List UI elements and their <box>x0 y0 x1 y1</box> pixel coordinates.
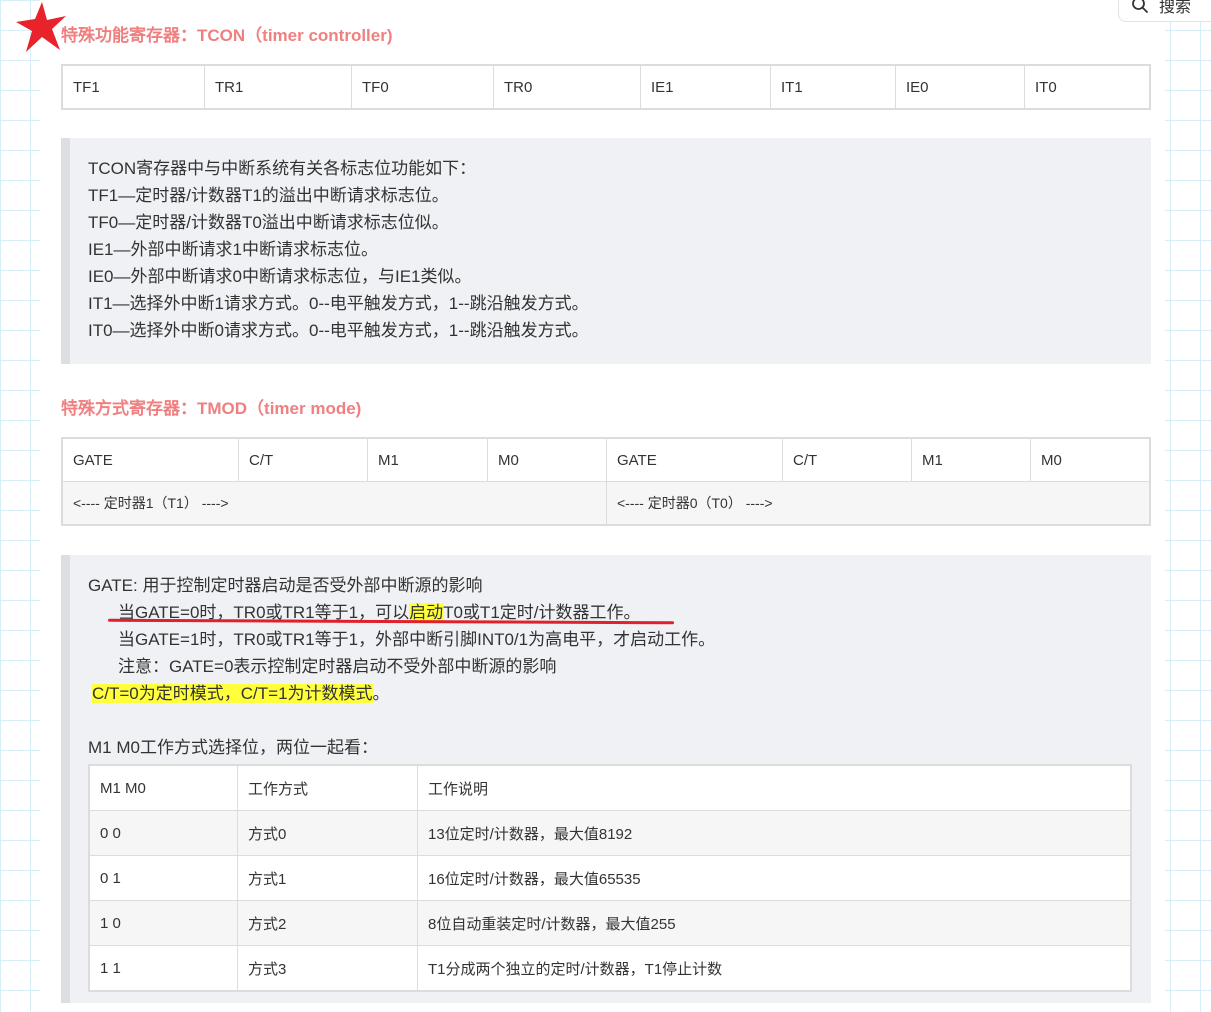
tcon-bit-tr1: TR1 <box>204 64 352 110</box>
tcon-bit-ie0: IE0 <box>895 64 1025 110</box>
mode-name-cell: 方式2 <box>237 900 418 946</box>
gate-title: GATE: 用于控制定时器启动是否受外部中断源的影响 <box>88 576 483 595</box>
mode-header-desc: 工作说明 <box>417 764 1132 811</box>
tcon-bit-it1: IT1 <box>770 64 896 110</box>
tcon-bit-tr0: TR0 <box>493 64 641 110</box>
tcon-note-ie0: IE0—外部中断请求0中断请求标志位，与IE1类似。 <box>88 267 472 286</box>
mode-desc-cell: T1分成两个独立的定时/计数器，T1停止计数 <box>417 945 1132 992</box>
tmod-bit-m1-t0: M1 <box>911 437 1031 482</box>
tcon-bit-tf1: TF1 <box>61 64 205 110</box>
tmod-register-table: GATE C/T M1 M0 GATE C/T M1 M0 <---- 定时器1… <box>61 437 1151 526</box>
mode-name-cell: 方式0 <box>237 810 418 856</box>
ct-highlight: C/T=0为定时模式，C/T=1为计数模式 <box>92 684 373 703</box>
gate-note-line: 注意：GATE=0表示控制定时器启动不受外部中断源的影响 <box>118 657 557 676</box>
table-row: 1 0 方式2 8位自动重装定时/计数器，最大值255 <box>88 900 1132 946</box>
table-row: 0 1 方式1 16位定时/计数器，最大值65535 <box>88 855 1132 901</box>
table-row: 0 0 方式0 13位定时/计数器，最大值8192 <box>88 810 1132 856</box>
mode-desc-cell: 8位自动重装定时/计数器，最大值255 <box>417 900 1132 946</box>
table-row: 1 1 方式3 T1分成两个独立的定时/计数器，T1停止计数 <box>88 945 1132 992</box>
tcon-bit-tf0: TF0 <box>351 64 494 110</box>
tcon-note-ie1: IE1—外部中断请求1中断请求标志位。 <box>88 240 378 259</box>
tcon-note-it1: IT1—选择外中断1请求方式。0--电平触发方式，1--跳沿触发方式。 <box>88 294 589 313</box>
mode-table-header: M1 M0 工作方式 工作说明 <box>88 764 1132 811</box>
mode-bits-cell: 1 1 <box>88 945 238 992</box>
tcon-bit-row: TF1 TR1 TF0 TR0 IE1 IT1 IE0 IT0 <box>61 64 1151 110</box>
tmod-bit-ct-t0: C/T <box>782 437 912 482</box>
mode-desc-cell: 16位定时/计数器，最大值65535 <box>417 855 1132 901</box>
red-star-icon <box>16 2 66 52</box>
tmod-bit-gate-t0: GATE <box>606 437 783 482</box>
tmod-bit-ct-t1: C/T <box>238 437 368 482</box>
tcon-bit-it0: IT0 <box>1024 64 1151 110</box>
mode-bits-cell: 0 0 <box>88 810 238 856</box>
tmod-timer-row: <---- 定时器1（T1） ----> <---- 定时器0（T0） ----… <box>61 481 1151 526</box>
timer0-span-label: <---- 定时器0（T0） ----> <box>606 481 1151 526</box>
tmod-bit-m1-t1: M1 <box>367 437 488 482</box>
mode-table: M1 M0 工作方式 工作说明 0 0 方式0 13位定时/计数器，最大值819… <box>88 764 1132 992</box>
mode-bits-cell: 1 0 <box>88 900 238 946</box>
ct-period: 。 <box>372 684 390 703</box>
tcon-note-tf0: TF0—定时器/计数器T0溢出中断请求标志位似。 <box>88 213 449 232</box>
mode-desc-cell: 13位定时/计数器，最大值8192 <box>417 810 1132 856</box>
tcon-note-tf1: TF1—定时器/计数器T1的溢出中断请求标志位。 <box>88 186 449 205</box>
ct-line: C/T=0为定时模式，C/T=1为计数模式。 <box>92 680 1151 707</box>
timer1-span-label: <---- 定时器1（T1） ----> <box>61 481 607 526</box>
tmod-bit-row: GATE C/T M1 M0 GATE C/T M1 M0 <box>61 437 1151 482</box>
mode-intro: M1 M0工作方式选择位，两位一起看： <box>88 738 378 757</box>
tcon-bit-ie1: IE1 <box>640 64 771 110</box>
tmod-bit-m0-t1: M0 <box>487 437 607 482</box>
search-icon <box>1132 0 1148 13</box>
tcon-note-it0: IT0—选择外中断0请求方式。0--电平触发方式，1--跳沿触发方式。 <box>88 321 589 340</box>
tcon-note-intro: TCON寄存器中与中断系统有关各标志位功能如下： <box>88 159 477 178</box>
tmod-bit-gate-t1: GATE <box>61 437 239 482</box>
mode-header-mode: 工作方式 <box>237 764 418 811</box>
mode-name-cell: 方式3 <box>237 945 418 992</box>
gate0-text-c: T0或T1定时/计数器工作。 <box>443 603 641 622</box>
gate1-line: 当GATE=1时，TR0或TR1等于1，外部中断引脚INT0/1为高电平，才启动… <box>118 630 716 649</box>
search-label: 搜索 <box>1159 0 1192 16</box>
search-box[interactable]: 搜索 <box>1118 0 1211 22</box>
tcon-heading: 特殊功能寄存器：TCON（timer controller) <box>61 26 393 45</box>
tcon-notes-block: TCON寄存器中与中断系统有关各标志位功能如下： TF1—定时器/计数器T1的溢… <box>61 138 1151 364</box>
mode-header-bits: M1 M0 <box>88 764 238 811</box>
tmod-bit-m0-t0: M0 <box>1030 437 1151 482</box>
tcon-register-table: TF1 TR1 TF0 TR0 IE1 IT1 IE0 IT0 <box>61 64 1151 110</box>
tmod-heading: 特殊方式寄存器：TMOD（timer mode) <box>61 399 362 418</box>
mode-name-cell: 方式1 <box>237 855 418 901</box>
mode-bits-cell: 0 1 <box>88 855 238 901</box>
